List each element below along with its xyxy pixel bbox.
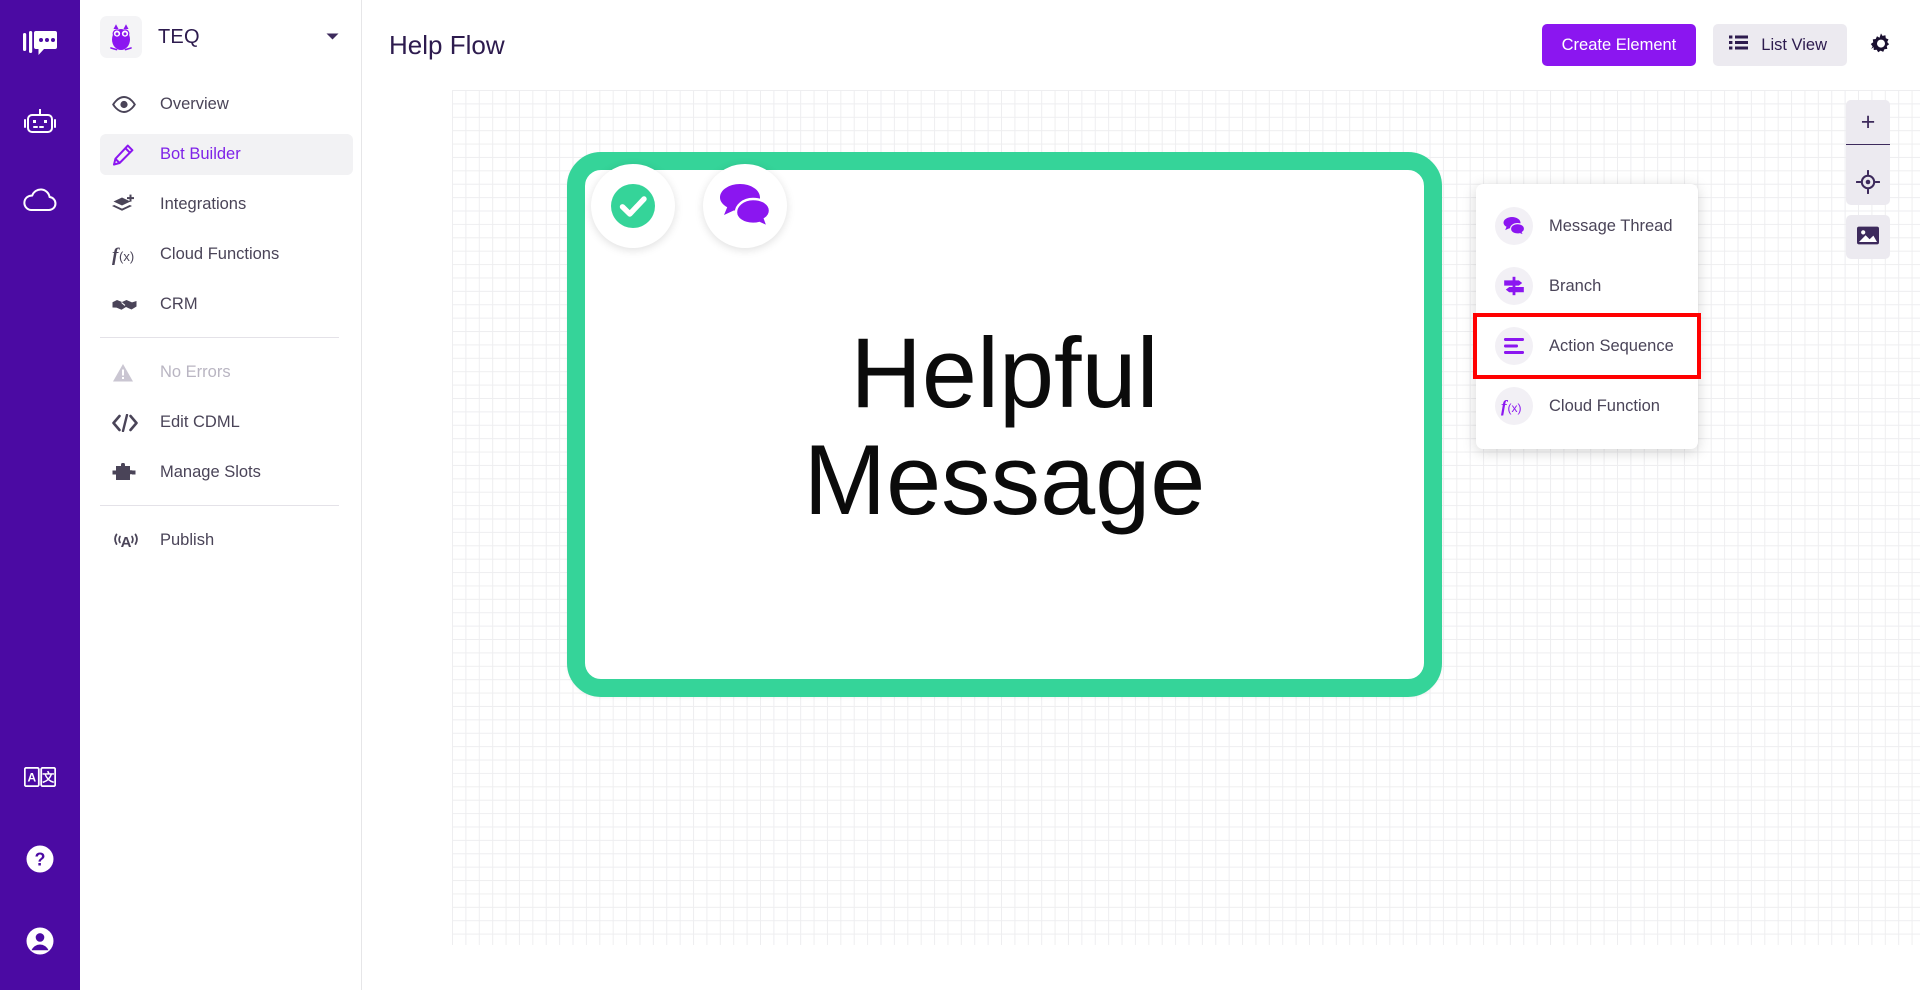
workspace-name: TEQ	[158, 25, 200, 48]
svg-text:A: A	[27, 771, 36, 785]
toolbar-actions: Create Element List View	[1541, 24, 1898, 66]
create-element-button[interactable]: Create Element	[1541, 24, 1697, 66]
rail-top-group	[17, 0, 63, 224]
dropdown-item-message-thread[interactable]: Message Thread	[1476, 196, 1698, 256]
page-title: Help Flow	[389, 29, 505, 60]
broadcast-icon: A	[112, 529, 142, 553]
list-lines-icon	[1495, 327, 1533, 365]
warning-icon	[112, 361, 142, 385]
svg-text:(x): (x)	[1508, 401, 1522, 415]
main-area: Help Flow Create Element List View Helpf…	[362, 0, 1920, 990]
svg-text:?: ?	[35, 850, 46, 870]
dropdown-item-label: Action Sequence	[1549, 336, 1674, 355]
check-circle-icon	[591, 164, 675, 248]
create-element-dropdown: Message Thread Branch Action Sequence f …	[1473, 184, 1701, 449]
puzzle-icon	[112, 461, 142, 485]
dropdown-item-cloud-function[interactable]: f (x) Cloud Function	[1476, 376, 1698, 436]
sidebar-item-label: Bot Builder	[160, 145, 241, 163]
sidebar-item-label: CRM	[160, 295, 198, 313]
rail-bottom-group: A 文 ?	[0, 754, 80, 964]
node-badges	[591, 164, 787, 248]
sidebar-item-no-errors[interactable]: No Errors	[100, 352, 353, 393]
translate-icon[interactable]: A 文	[17, 754, 63, 800]
secondary-sidebar: TEQ Overview Bot Builder Integrations f …	[80, 0, 362, 990]
sidebar-item-label: Overview	[160, 95, 229, 113]
sidebar-item-overview[interactable]: Overview	[100, 84, 353, 125]
sidebar-item-edit-cdml[interactable]: Edit CDML	[100, 402, 353, 443]
chevron-down-icon[interactable]	[326, 28, 339, 46]
pencil-icon	[112, 143, 142, 167]
sidebar-divider-1	[100, 337, 339, 338]
sidebar-item-publish[interactable]: A Publish	[100, 520, 353, 561]
list-icon	[1729, 35, 1749, 55]
sidebar-item-label: Edit CDML	[160, 413, 240, 431]
settings-button[interactable]	[1864, 28, 1898, 62]
svg-text:文: 文	[42, 770, 55, 785]
dropdown-item-label: Cloud Function	[1549, 396, 1660, 415]
sidebar-item-label: Publish	[160, 531, 215, 549]
code-icon	[112, 411, 142, 435]
sidebar-item-crm[interactable]: CRM	[100, 284, 353, 325]
snapshot-button[interactable]	[1846, 215, 1890, 259]
primary-icon-rail: A 文 ?	[0, 0, 80, 990]
app-root: A 文 ? TEQ Overview Bot Builder Integrati…	[0, 0, 1920, 990]
eye-icon	[112, 93, 142, 117]
sidebar-item-label: No Errors	[160, 363, 231, 381]
owl-logo-icon	[100, 16, 142, 58]
list-view-label: List View	[1761, 35, 1827, 54]
layers-plus-icon	[112, 193, 142, 217]
sidebar-item-bot-builder[interactable]: Bot Builder	[100, 134, 353, 175]
workspace-switcher[interactable]: TEQ	[80, 0, 361, 74]
sidebar-item-label: Integrations	[160, 195, 247, 213]
image-icon	[1856, 225, 1880, 249]
flow-canvas[interactable]: Helpful Message + −	[362, 90, 1920, 990]
sidebar-divider-2	[100, 505, 339, 506]
handshake-icon	[112, 293, 142, 317]
cloud-icon[interactable]	[17, 178, 63, 224]
help-icon[interactable]: ?	[17, 836, 63, 882]
list-view-button[interactable]: List View	[1713, 24, 1847, 66]
node-title: Helpful Message	[585, 317, 1424, 535]
dropdown-item-label: Branch	[1549, 276, 1602, 295]
function-icon: f (x)	[112, 243, 142, 267]
sidebar-nav: Overview Bot Builder Integrations f (x) …	[80, 74, 361, 561]
sidebar-item-integrations[interactable]: Integrations	[100, 184, 353, 225]
crosshair-icon	[1855, 169, 1881, 197]
signpost-icon	[1495, 267, 1533, 305]
gear-icon	[1869, 32, 1893, 59]
svg-text:A: A	[121, 534, 132, 551]
sidebar-item-label: Manage Slots	[160, 463, 261, 481]
sidebar-item-manage-slots[interactable]: Manage Slots	[100, 452, 353, 493]
node-title-line2: Message	[803, 423, 1206, 535]
bot-icon[interactable]	[17, 100, 63, 146]
node-title-line1: Helpful	[850, 317, 1159, 428]
flow-node-card[interactable]: Helpful Message	[567, 152, 1442, 697]
sidebar-item-label: Cloud Functions	[160, 245, 280, 263]
svg-text:(x): (x)	[119, 249, 134, 264]
dropdown-item-branch[interactable]: Branch	[1476, 256, 1698, 316]
sidebar-item-cloud-functions[interactable]: f (x) Cloud Functions	[100, 234, 353, 275]
zoom-in-button[interactable]: +	[1846, 100, 1890, 144]
chat-bubbles-icon	[1495, 207, 1533, 245]
messages-icon[interactable]	[17, 22, 63, 68]
recenter-button[interactable]	[1846, 161, 1890, 205]
function-icon: f (x)	[1495, 387, 1533, 425]
account-icon[interactable]	[17, 918, 63, 964]
chat-bubbles-icon	[703, 164, 787, 248]
dropdown-item-label: Message Thread	[1549, 216, 1673, 235]
top-toolbar: Help Flow Create Element List View	[362, 0, 1920, 90]
dropdown-item-action-sequence[interactable]: Action Sequence	[1473, 313, 1701, 379]
